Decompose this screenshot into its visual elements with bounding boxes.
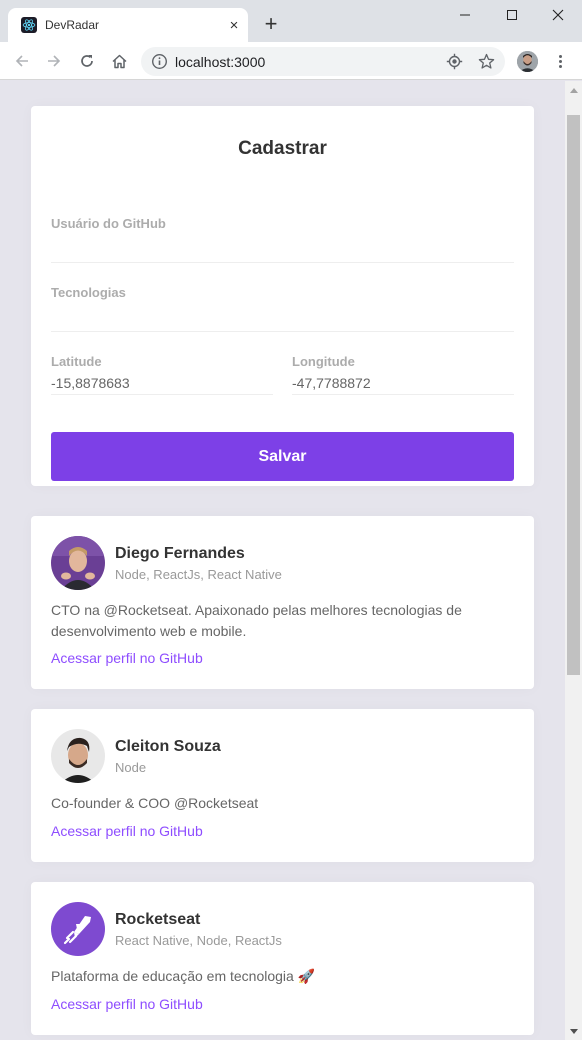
dev-card: Cleiton Souza Node Co-founder & COO @Roc… — [31, 709, 534, 862]
register-form-card: Cadastrar Usuário do GitHub Tecnologias … — [31, 106, 534, 486]
github-username-input[interactable] — [51, 239, 514, 263]
browser-tab[interactable]: DevRadar × — [8, 8, 248, 42]
react-atom-icon — [21, 17, 37, 33]
page-scrollbar[interactable] — [565, 81, 582, 1040]
longitude-field: Longitude — [292, 354, 514, 402]
dev-bio: CTO na @Rocketseat. Apaixonado pelas mel… — [51, 602, 462, 639]
dev-name: Rocketseat — [115, 911, 201, 928]
profile-avatar[interactable] — [517, 51, 538, 72]
url-text[interactable]: localhost:3000 — [175, 54, 265, 70]
latitude-label: Latitude — [51, 354, 102, 369]
three-dots-icon[interactable] — [553, 51, 567, 71]
scrollbar-thumb[interactable] — [567, 115, 580, 675]
dev-card: Diego Fernandes Node, ReactJs, React Nat… — [31, 516, 534, 689]
github-username-label: Usuário do GitHub — [51, 216, 166, 231]
new-tab-button[interactable]: + — [262, 13, 280, 35]
dev-name: Diego Fernandes — [115, 545, 245, 562]
save-button[interactable]: Salvar — [51, 432, 514, 481]
reload-icon[interactable] — [77, 51, 97, 71]
star-icon[interactable] — [478, 53, 495, 70]
form-title: Cadastrar — [238, 138, 327, 159]
github-username-field: Usuário do GitHub — [51, 216, 514, 264]
info-circle-icon[interactable] — [151, 53, 168, 70]
arrow-left-icon[interactable] — [12, 51, 32, 71]
dev-techs: React Native, Node, ReactJs — [115, 933, 282, 948]
github-profile-link[interactable]: Acessar perfil no GitHub — [51, 650, 203, 666]
dev-bio: Co-founder & COO @Rocketseat — [51, 795, 259, 811]
arrow-right-icon[interactable] — [44, 51, 64, 71]
avatar — [51, 729, 105, 783]
github-profile-link[interactable]: Acessar perfil no GitHub — [51, 996, 203, 1012]
minimize-icon[interactable] — [454, 6, 476, 24]
techs-field: Tecnologias — [51, 285, 514, 333]
tab-title: DevRadar — [45, 18, 100, 32]
maximize-icon[interactable] — [501, 6, 523, 24]
techs-label: Tecnologias — [51, 285, 126, 300]
scroll-up-arrow-icon[interactable] — [565, 81, 582, 98]
page-viewport: Cadastrar Usuário do GitHub Tecnologias … — [0, 81, 565, 1040]
longitude-label: Longitude — [292, 354, 355, 369]
home-icon[interactable] — [109, 51, 129, 71]
dev-bio: Plataforma de educação em tecnologia 🚀 — [51, 968, 316, 984]
window-close-icon[interactable] — [547, 6, 569, 24]
browser-tab-strip: DevRadar × + — [0, 0, 582, 42]
avatar — [51, 536, 105, 590]
address-bar[interactable]: localhost:3000 — [141, 47, 505, 76]
techs-input[interactable] — [51, 308, 514, 332]
dev-name: Cleiton Souza — [115, 738, 221, 755]
tab-close-icon[interactable]: × — [227, 18, 241, 33]
dev-techs: Node, ReactJs, React Native — [115, 567, 282, 582]
location-target-icon[interactable] — [446, 53, 463, 70]
dev-techs: Node — [115, 760, 147, 775]
dev-card: Rocketseat React Native, Node, ReactJs P… — [31, 882, 534, 1035]
avatar — [51, 902, 105, 956]
browser-toolbar: localhost:3000 — [0, 42, 582, 80]
longitude-input[interactable] — [292, 371, 514, 395]
latitude-field: Latitude — [51, 354, 273, 402]
github-profile-link[interactable]: Acessar perfil no GitHub — [51, 823, 203, 839]
scroll-down-arrow-icon[interactable] — [565, 1023, 582, 1040]
latitude-input[interactable] — [51, 371, 273, 395]
